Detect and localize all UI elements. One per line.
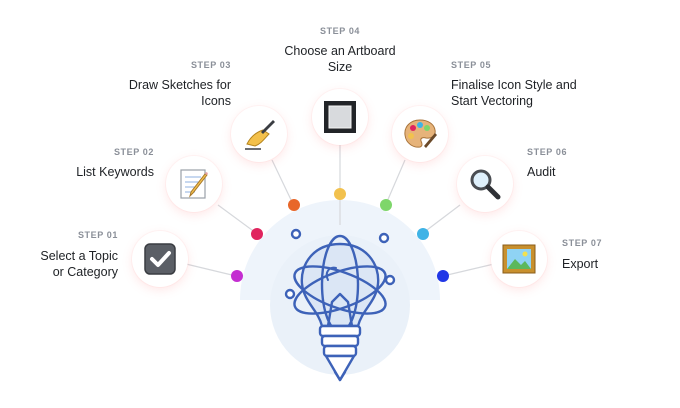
step-05-dot [380,199,392,211]
step-05-title-line-2: Start Vectoring [451,94,533,108]
step-01-bubble [132,231,188,287]
connector-01 [185,263,237,277]
step-07-title-line-1: Export [562,257,599,271]
step-01-title: Select a Topic or Category [40,248,118,280]
step-01-label: STEP 01 [77,230,118,240]
step-01-title-line-2: or Category [52,265,118,279]
step-07-bubble [491,231,547,287]
connector-05 [385,159,406,205]
step-02-title-line-1: List Keywords [76,165,154,179]
step-03-title-line-2: Icons [201,94,231,108]
step-05-bubble [392,106,448,162]
step-02-title: List Keywords [76,164,154,180]
connector-07 [442,263,495,277]
artist-palette-icon [404,119,437,148]
black-square-button-icon [324,101,356,133]
step-01-title-line-1: Select a Topic [40,249,118,263]
step-04-title-line-2: Size [327,60,353,74]
step-01-dot [231,270,243,282]
step-04-dot [334,188,346,200]
step-03-bubble [231,106,287,162]
lightbulb-atom-icon [284,228,396,382]
connector-02 [217,204,257,234]
step-07-title: Export [562,256,598,272]
step-05-title: Finalise Icon Style and Start Vectoring [451,77,577,109]
step-03-title: Draw Sketches for Icons [129,77,231,109]
step-06-label: STEP 06 [527,147,568,157]
step-03-dot [288,199,300,211]
step-03-title-line-1: Draw Sketches for [128,78,231,92]
step-04-title: Choose an Artboard Size [240,43,440,75]
step-02-label: STEP 02 [113,147,154,157]
step-05-title-line-1: Finalise Icon Style and [451,78,577,92]
step-06-dot [417,228,429,240]
step-04-label: STEP 04 [319,26,361,36]
memo-icon [180,169,208,199]
step-06-title: Audit [527,164,556,180]
step-05-label: STEP 05 [451,60,492,70]
connector-03 [271,159,294,205]
step-02-dot [251,228,263,240]
magnifying-glass-icon [470,169,501,200]
step-06-title-line-1: Audit [527,165,556,179]
step-03-label: STEP 03 [190,60,231,70]
writing-hand-icon [245,120,275,150]
framed-picture-icon [502,244,536,274]
step-07-dot [437,270,449,282]
connector-06 [422,204,461,234]
step-04-title-line-1: Choose an Artboard [284,44,396,58]
step-07-label: STEP 07 [562,238,603,248]
step-02-bubble [166,156,222,212]
process-diagram: STEP 01 Select a Topic or Category STEP … [0,0,680,408]
checkbox-icon [144,243,176,275]
step-04-bubble [312,89,368,145]
step-06-bubble [457,156,513,212]
